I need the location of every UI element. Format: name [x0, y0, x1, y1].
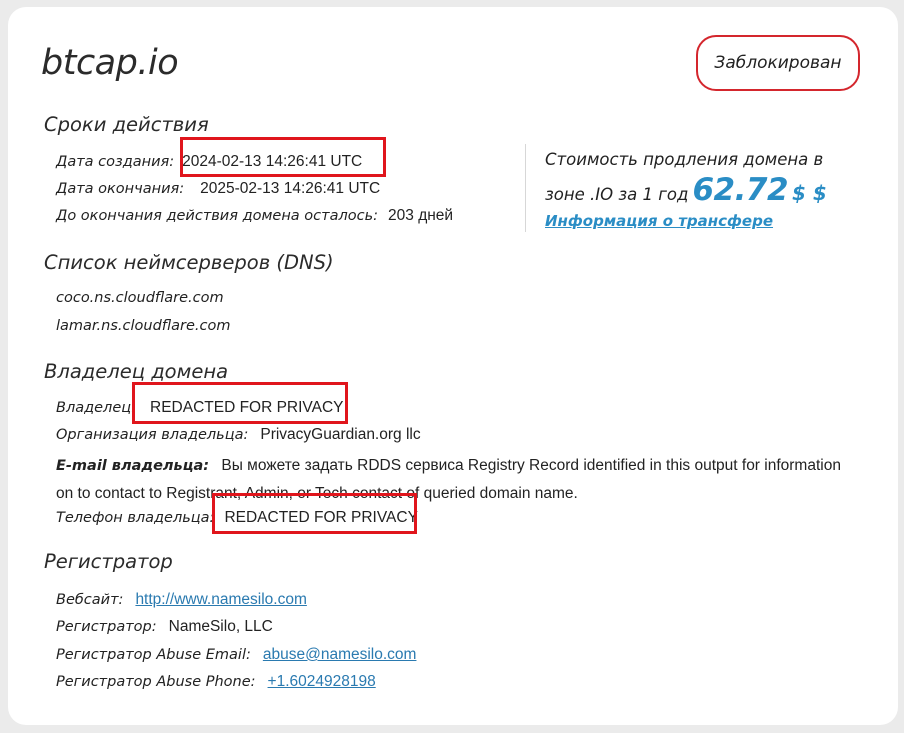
divider	[525, 144, 526, 232]
email-row: E-mail владельца: Вы можете задать RDDS …	[56, 452, 856, 508]
abuse-phone-label: Регистратор Abuse Phone:	[56, 674, 256, 690]
org-value: PrivacyGuardian.org llc	[260, 426, 421, 443]
status-badge: Заблокирован	[696, 35, 860, 91]
whois-card: btcap.io Заблокирован Сроки действия Дат…	[8, 7, 898, 725]
remaining-value: 203 дней	[388, 207, 454, 224]
website-row: Вебсайт: http://www.namesilo.com	[56, 590, 307, 610]
renewal-zone-text: зоне .IO за 1 год	[545, 185, 689, 204]
phone-value: REDACTED FOR PRIVACY	[224, 509, 418, 526]
remaining-label: До окончания действия домена осталось:	[56, 208, 379, 224]
expires-value: 2025-02-13 14:26:41 UTC	[200, 180, 381, 197]
registrar-name-row: Регистратор: NameSilo, LLC	[56, 617, 273, 637]
renewal-panel: Стоимость продления домена в зоне .IO за…	[545, 145, 865, 232]
registrar-name-value: NameSilo, LLC	[168, 618, 273, 635]
phone-row: Телефон владельца: REDACTED FOR PRIVACY	[56, 508, 418, 528]
domain-title: btcap.io	[41, 43, 179, 83]
renewal-price: 62.72	[692, 172, 789, 208]
expires-row: Дата окончания: 2025-02-13 14:26:41 UTC	[56, 179, 380, 199]
abuse-phone-link[interactable]: +1.6024928198	[268, 673, 376, 690]
ns-item-2: lamar.ns.cloudflare.com	[56, 318, 231, 334]
org-row: Организация владельца: PrivacyGuardian.or…	[56, 425, 421, 445]
registrar-name-label: Регистратор:	[56, 619, 157, 635]
abuse-email-link[interactable]: abuse@namesilo.com	[263, 646, 417, 663]
website-link[interactable]: http://www.namesilo.com	[135, 591, 306, 608]
transfer-info-link[interactable]: Информация о трансфере	[545, 210, 865, 232]
phone-label: Телефон владельца:	[56, 510, 215, 526]
registrar-section-title: Регистратор	[44, 550, 173, 573]
validity-section-title: Сроки действия	[44, 113, 209, 136]
remaining-row: До окончания действия домена осталось: 20…	[56, 206, 453, 226]
expires-label: Дата окончания:	[56, 181, 185, 197]
owner-section-title: Владелец домена	[44, 360, 229, 383]
created-row: Дата создания: 2024-02-13 14:26:41 UTC	[56, 152, 362, 172]
created-value: 2024-02-13 14:26:41 UTC	[182, 153, 363, 170]
renewal-text-line1: Стоимость продления домена в	[545, 150, 824, 169]
abuse-phone-row: Регистратор Abuse Phone: +1.6024928198	[56, 672, 376, 692]
owner-row: Владелец: REDACTED FOR PRIVACY	[56, 398, 344, 418]
org-label: Организация владельца:	[56, 427, 249, 443]
owner-value: REDACTED FOR PRIVACY	[150, 399, 344, 416]
website-label: Вебсайт:	[56, 592, 124, 608]
renewal-text-line2: зоне .IO за 1 год 62.72 $ $	[545, 175, 865, 210]
email-label: E-mail владельца:	[56, 458, 210, 474]
ns-item-1: coco.ns.cloudflare.com	[56, 290, 224, 306]
dns-section-title: Список неймсерверов (DNS)	[44, 251, 334, 274]
created-label: Дата создания:	[56, 154, 175, 170]
abuse-email-row: Регистратор Abuse Email: abuse@namesilo.c…	[56, 645, 416, 665]
owner-label: Владелец:	[56, 400, 136, 416]
renewal-currency: $ $	[792, 181, 827, 205]
abuse-email-label: Регистратор Abuse Email:	[56, 647, 251, 663]
